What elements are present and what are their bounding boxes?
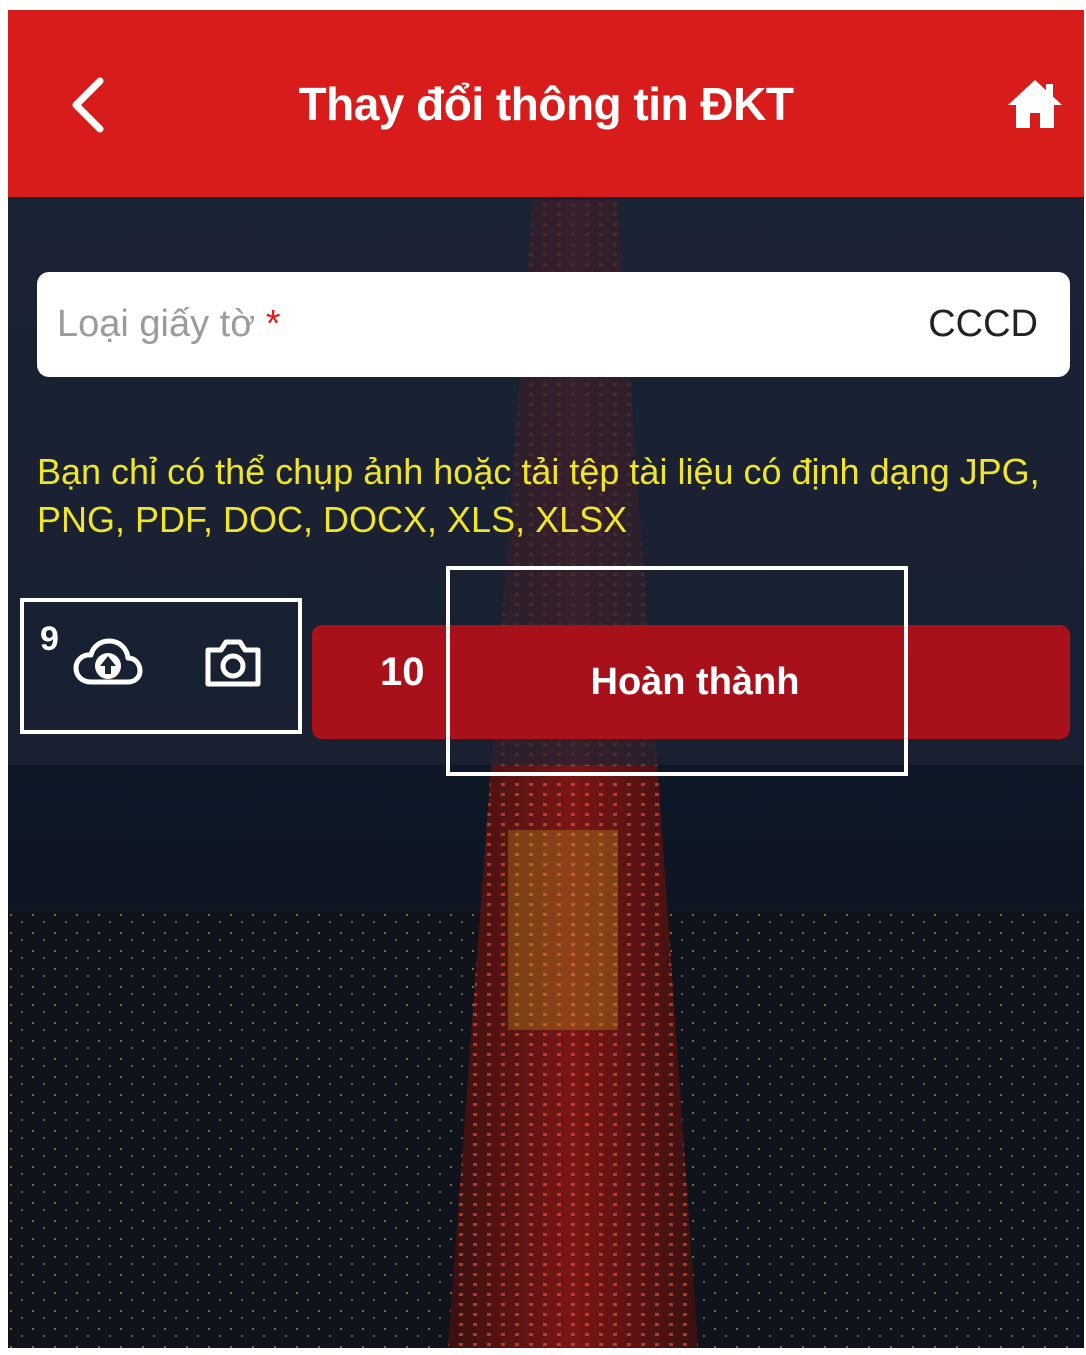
app-header: Thay đổi thông tin ĐKT [8, 10, 1084, 197]
upload-file-button[interactable] [68, 628, 148, 698]
annotation-marker-9: 9 [40, 620, 59, 658]
home-button[interactable] [1000, 72, 1070, 136]
annotation-box-media: 9 [20, 598, 302, 734]
annotation-marker-10: 10 [380, 650, 425, 694]
cloud-upload-icon [73, 638, 143, 685]
required-asterisk: * [265, 303, 281, 345]
file-format-note: Bạn chỉ có thể chụp ảnh hoặc tải tệp tài… [37, 451, 1040, 540]
camera-button[interactable] [198, 628, 268, 698]
camera-icon [205, 639, 261, 687]
document-type-label-text: Loại giấy tờ [57, 303, 256, 345]
app-screen: Thay đổi thông tin ĐKT Loại giấy tờ * CC… [8, 10, 1084, 1348]
back-button[interactable] [58, 70, 118, 140]
annotation-box-complete [446, 566, 908, 776]
document-type-select[interactable]: Loại giấy tờ * CCCD [37, 272, 1070, 377]
document-type-label: Loại giấy tờ * [57, 272, 281, 377]
home-icon [1008, 80, 1062, 128]
chevron-left-icon [72, 77, 104, 133]
page-title: Thay đổi thông tin ĐKT [298, 78, 794, 130]
document-type-value: CCCD [928, 303, 1038, 345]
